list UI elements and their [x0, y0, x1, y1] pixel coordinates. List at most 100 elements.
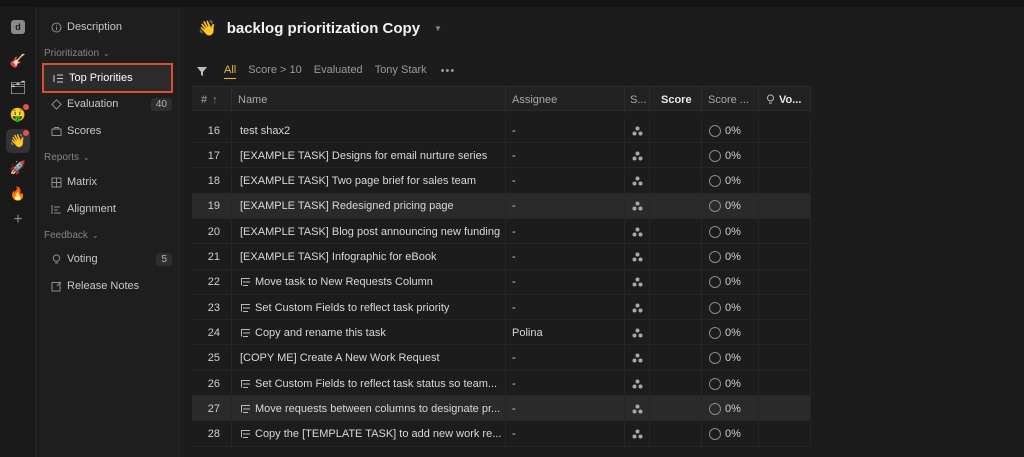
- workspace-grid-button[interactable]: 🗂: [6, 76, 30, 100]
- column-header-votes[interactable]: Vo...: [759, 87, 811, 112]
- row-score[interactable]: [650, 118, 702, 143]
- row-status-cell[interactable]: [625, 345, 650, 371]
- row-score[interactable]: [650, 320, 702, 346]
- section-prioritization[interactable]: Prioritization ⌄: [44, 48, 110, 59]
- row-name-cell[interactable]: [EXAMPLE TASK] Redesigned pricing page: [232, 193, 506, 219]
- table-row[interactable]: 19 [EXAMPLE TASK] Redesigned pricing page…: [192, 193, 811, 219]
- tab-all[interactable]: All: [224, 64, 237, 79]
- table-row[interactable]: 28 Copy the [TEMPLATE TASK] to add new wo…: [192, 421, 811, 447]
- sidebar-item-description[interactable]: Description: [44, 16, 172, 38]
- add-workspace-button[interactable]: +: [6, 208, 30, 232]
- row-assignee[interactable]: -: [506, 118, 625, 143]
- tab-evaluated[interactable]: Evaluated: [314, 64, 363, 78]
- row-assignee[interactable]: -: [506, 143, 625, 169]
- row-name-cell[interactable]: test shax2: [232, 118, 506, 143]
- row-assignee[interactable]: -: [506, 269, 625, 295]
- row-assignee[interactable]: -: [506, 345, 625, 371]
- sidebar-item-alignment[interactable]: Alignment: [44, 198, 172, 220]
- row-score[interactable]: [650, 396, 702, 422]
- row-score[interactable]: [650, 269, 702, 295]
- table-row[interactable]: 25 [COPY ME] Create A New Work Request - 0%: [192, 345, 811, 371]
- row-name-cell[interactable]: [COPY ME] Create A New Work Request: [232, 345, 506, 371]
- row-status-cell[interactable]: [625, 118, 650, 143]
- sidebar-item-scores[interactable]: Scores: [44, 120, 172, 142]
- sidebar-item-release-notes[interactable]: Release Notes: [44, 275, 172, 297]
- row-votes[interactable]: [759, 118, 811, 143]
- column-header-number[interactable]: # ↑: [192, 87, 232, 112]
- row-status-cell[interactable]: [625, 396, 650, 422]
- row-name-cell[interactable]: [EXAMPLE TASK] Two page brief for sales …: [232, 168, 506, 194]
- row-score[interactable]: [650, 421, 702, 447]
- row-votes[interactable]: [759, 219, 811, 245]
- row-votes[interactable]: [759, 168, 811, 194]
- row-votes[interactable]: [759, 269, 811, 295]
- workspace-fire-button[interactable]: 🔥: [6, 182, 30, 206]
- row-score[interactable]: [650, 345, 702, 371]
- workspace-guitar-button[interactable]: 🎸: [6, 49, 30, 73]
- row-votes[interactable]: [759, 143, 811, 169]
- row-votes[interactable]: [759, 193, 811, 219]
- row-assignee[interactable]: -: [506, 371, 625, 396]
- row-assignee[interactable]: -: [506, 421, 625, 447]
- row-score[interactable]: [650, 193, 702, 219]
- row-assignee[interactable]: -: [506, 396, 625, 422]
- table-row[interactable]: 20 [EXAMPLE TASK] Blog post announcing ne…: [192, 219, 811, 245]
- table-row[interactable]: 17 [EXAMPLE TASK] Designs for email nurtu…: [192, 143, 811, 169]
- row-status-cell[interactable]: [625, 193, 650, 219]
- page-title[interactable]: backlog prioritization Copy: [227, 20, 420, 37]
- chevron-down-icon[interactable]: ▼: [434, 24, 442, 33]
- column-header-score-percent[interactable]: Score ...: [702, 87, 759, 112]
- tab-score-gt-10[interactable]: Score > 10: [248, 64, 302, 78]
- table-row[interactable]: 18 [EXAMPLE TASK] Two page brief for sale…: [192, 168, 811, 194]
- row-votes[interactable]: [759, 320, 811, 346]
- row-score[interactable]: [650, 143, 702, 169]
- filter-icon[interactable]: [196, 65, 208, 77]
- table-row[interactable]: 16 test shax2 - 0%: [192, 118, 811, 143]
- row-score[interactable]: [650, 219, 702, 245]
- workspace-face-button[interactable]: 🤑: [6, 103, 30, 127]
- row-status-cell[interactable]: [625, 371, 650, 396]
- row-assignee[interactable]: -: [506, 295, 625, 321]
- table-row[interactable]: 21 [EXAMPLE TASK] Infographic for eBook - 0…: [192, 244, 811, 270]
- row-assignee[interactable]: Polina: [506, 320, 625, 346]
- row-votes[interactable]: [759, 396, 811, 422]
- section-reports[interactable]: Reports ⌄: [44, 152, 90, 163]
- row-name-cell[interactable]: Set Custom Fields to reflect task priori…: [232, 295, 506, 321]
- app-logo-button[interactable]: d: [6, 15, 30, 39]
- row-score[interactable]: [650, 295, 702, 321]
- row-votes[interactable]: [759, 421, 811, 447]
- row-name-cell[interactable]: Move task to New Requests Column: [232, 269, 506, 295]
- section-feedback[interactable]: Feedback ⌄: [44, 230, 99, 241]
- workspace-rocket-button[interactable]: 🚀: [6, 156, 30, 180]
- row-name-cell[interactable]: Move requests between columns to designa…: [232, 396, 506, 422]
- sidebar-item-matrix[interactable]: Matrix: [44, 171, 172, 193]
- row-assignee[interactable]: -: [506, 193, 625, 219]
- sidebar-item-evaluation[interactable]: Evaluation 40: [44, 93, 172, 115]
- row-name-cell[interactable]: Set Custom Fields to reflect task status…: [232, 371, 506, 396]
- row-name-cell[interactable]: [EXAMPLE TASK] Designs for email nurture…: [232, 143, 506, 169]
- row-votes[interactable]: [759, 371, 811, 396]
- row-votes[interactable]: [759, 244, 811, 270]
- tab-tony-stark[interactable]: Tony Stark: [375, 64, 427, 78]
- row-score[interactable]: [650, 371, 702, 396]
- row-status-cell[interactable]: [625, 168, 650, 194]
- table-row[interactable]: 24 Copy and rename this task Polina 0%: [192, 320, 811, 346]
- table-row[interactable]: 22 Move task to New Requests Column - 0%: [192, 269, 811, 295]
- row-assignee[interactable]: -: [506, 168, 625, 194]
- row-status-cell[interactable]: [625, 219, 650, 245]
- column-header-assignee[interactable]: Assignee: [506, 87, 625, 112]
- row-status-cell[interactable]: [625, 295, 650, 321]
- row-status-cell[interactable]: [625, 421, 650, 447]
- row-status-cell[interactable]: [625, 269, 650, 295]
- row-name-cell[interactable]: Copy and rename this task: [232, 320, 506, 346]
- sidebar-item-top-priorities[interactable]: Top Priorities: [42, 63, 173, 93]
- row-assignee[interactable]: -: [506, 219, 625, 245]
- column-header-status[interactable]: S...: [625, 87, 650, 112]
- workspace-wave-button[interactable]: 👋: [6, 129, 30, 153]
- row-score[interactable]: [650, 244, 702, 270]
- row-assignee[interactable]: -: [506, 244, 625, 270]
- row-votes[interactable]: [759, 295, 811, 321]
- column-header-name[interactable]: Name: [232, 87, 506, 112]
- row-status-cell[interactable]: [625, 244, 650, 270]
- table-row[interactable]: 23 Set Custom Fields to reflect task prio…: [192, 295, 811, 321]
